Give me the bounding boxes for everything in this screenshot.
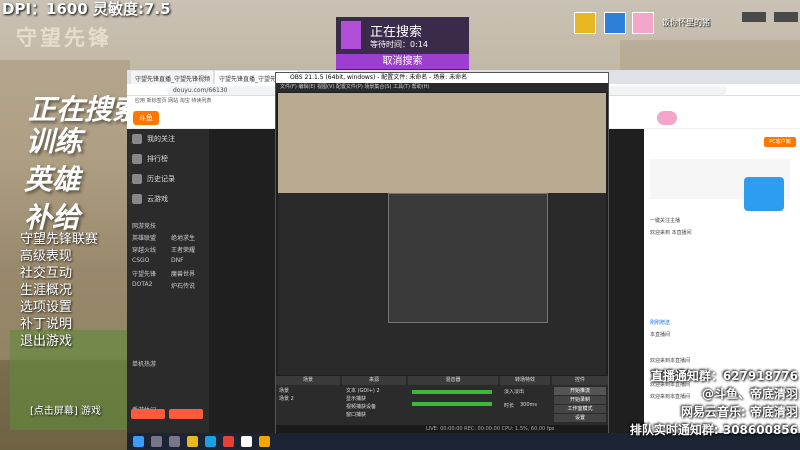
download-button[interactable] [131, 409, 165, 419]
duration-label: 时长 [504, 403, 515, 409]
pc-client-button[interactable]: PC客户端 [764, 137, 796, 147]
source-item[interactable]: 窗口捕获 [346, 411, 366, 418]
overlay-live-group: 直播通知群：627918776 [650, 369, 798, 383]
user-avatar[interactable] [657, 111, 677, 125]
dpi-label: DPI：1600 灵敏度:7.5 [2, 0, 171, 18]
promo-badge[interactable] [744, 177, 784, 211]
preview-game [278, 93, 606, 193]
preview-nested [388, 193, 548, 323]
game-logo: 守望先锋 [16, 26, 112, 50]
chat-line: 欢迎来到本直播间 [650, 394, 691, 400]
dock-controls-title: 控件 [552, 376, 608, 385]
menu-training[interactable]: 训练 [26, 120, 82, 160]
dock-mixer-title: 混音器 [408, 376, 498, 385]
sidebar-game[interactable]: 王者荣耀 [171, 245, 195, 254]
sidebar-game[interactable]: 魔兽世界 [171, 269, 195, 278]
obs-menu-bar[interactable]: 文件(F) 编辑(E) 视图(V) 配置文件(P) 场景集合(S) 工具(T) … [276, 83, 608, 92]
obs-status-bar: LIVE: 00:00:00 REC: 00:00:00 CPU: 1.5%, … [276, 425, 608, 433]
sidebar-game[interactable]: DNF [171, 257, 184, 264]
menu-footer: [点击屏幕] 游戏 [30, 406, 101, 417]
menu-heroes[interactable]: 英雄 [24, 158, 80, 198]
avatar[interactable] [632, 12, 654, 34]
sidebar-section-title: 网游竞技 [132, 223, 157, 230]
source-item[interactable]: 视频捕获设备 [346, 403, 376, 410]
sidebar-item-rank[interactable]: 排行榜 [127, 149, 209, 169]
open-button[interactable] [169, 409, 203, 419]
chat-line: 一键关注主播 [650, 218, 681, 224]
mask-icon[interactable] [574, 12, 596, 34]
chat-line: 欢迎来到本直播间 [650, 358, 691, 364]
obs-title: OBS 21.1.5 (64bit, windows) - 配置文件: 未命名 … [276, 73, 608, 83]
search-icon[interactable] [151, 436, 162, 447]
folder-icon[interactable] [187, 436, 198, 447]
sidebar-game[interactable]: DOTA2 [132, 281, 152, 288]
sidebar-item-history[interactable]: 历史记录 [127, 169, 209, 189]
windows-icon[interactable] [133, 436, 144, 447]
mixer-meter [412, 402, 492, 406]
sidebar-game[interactable]: 炉石传说 [171, 281, 195, 290]
sidebar-game[interactable]: 穿越火线 [132, 245, 156, 254]
obs-icon[interactable] [241, 436, 252, 447]
source-item[interactable]: 显示捕获 [346, 395, 366, 402]
heart-icon [132, 134, 142, 144]
rank-icon [132, 154, 142, 164]
task-view-icon[interactable] [169, 436, 180, 447]
tab-douyu-1[interactable]: 守望先锋直播_守望先锋视频 [131, 71, 213, 84]
chrome-icon[interactable] [223, 436, 234, 447]
star-icon[interactable] [604, 12, 626, 34]
overlay-netease: 网易云音乐: 帝底清羽 [681, 405, 798, 419]
overlay-douyu: @斗鱼、帝底清羽 [701, 387, 798, 401]
settings-button[interactable]: 设置 [554, 414, 606, 422]
sidebar-section-title: 单机热游 [132, 361, 157, 368]
search-status-icon [341, 21, 361, 49]
scene-item[interactable]: 场景 2 [279, 395, 294, 402]
duration-input[interactable]: 300ms [520, 402, 537, 408]
mixer-meter [412, 390, 492, 394]
start-record-button[interactable]: 开始录制 [554, 396, 606, 404]
sidebar-game[interactable]: 英雄联盟 [132, 233, 156, 242]
dock-sources-title: 来源 [342, 376, 406, 385]
sidebar: 我的关注 排行榜 历史记录 云游戏 网游竞技 英雄联盟 绝地求生 穿越火线 王者… [127, 129, 209, 433]
sidebar-item-cloud[interactable]: 云游戏 [127, 189, 209, 209]
cancel-search-button[interactable]: 取消搜索 [336, 54, 469, 69]
sidebar-game[interactable]: 守望先锋 [132, 269, 156, 278]
sidebar-game[interactable]: CSGO [132, 257, 149, 264]
sidebar-game[interactable]: 绝地求生 [171, 233, 195, 242]
clock-icon [132, 174, 142, 184]
dock-transition-title: 转场特效 [500, 376, 550, 385]
menu-exit[interactable]: 退出游戏 [20, 330, 72, 349]
app-icon[interactable] [205, 436, 216, 447]
search-wait: 等待时间：0:14 [370, 40, 428, 49]
app-icon[interactable] [259, 436, 270, 447]
start-stream-button[interactable]: 开始推流 [554, 387, 606, 395]
user-name: 饭你怀里的猪 [662, 18, 710, 27]
scene-item[interactable]: 场景 [279, 387, 289, 394]
chat-line: 刚刚赠送 [650, 320, 671, 326]
sidebar-item-follow[interactable]: 我的关注 [127, 129, 209, 149]
obs-window: OBS 21.1.5 (64bit, windows) - 配置文件: 未命名 … [275, 72, 609, 434]
site-logo[interactable]: 斗鱼 [133, 111, 159, 125]
transition-select[interactable]: 淡入淡出 [504, 388, 524, 395]
cloud-icon [132, 194, 142, 204]
studio-mode-button[interactable]: 工作室模式 [554, 405, 606, 413]
chat-line: 欢迎来到 本直播间 [650, 230, 692, 236]
menu-icon[interactable] [742, 12, 766, 22]
chat-icon[interactable] [774, 12, 798, 22]
chat-line: 本直播间 [650, 332, 671, 338]
source-item[interactable]: 文本 (GDI+) 2 [346, 387, 380, 394]
overlay-queue-group: 排队实时通知群: 308600856 [629, 423, 798, 437]
dock-scenes-title: 场景 [276, 376, 340, 385]
obs-preview[interactable] [278, 93, 606, 375]
search-title: 正在搜索 [370, 25, 423, 40]
